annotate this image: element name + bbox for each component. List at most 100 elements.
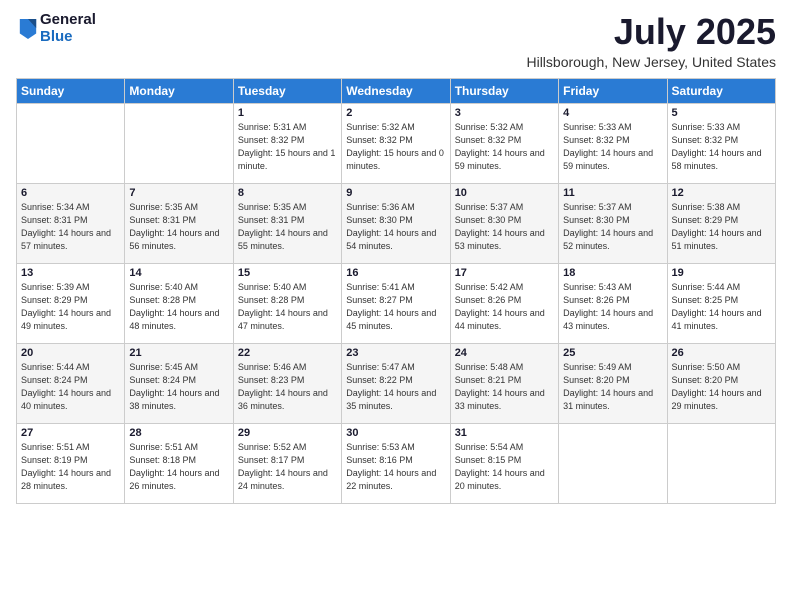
calendar-cell: 11 Sunrise: 5:37 AMSunset: 8:30 PMDayligh… [559, 183, 667, 263]
calendar-cell: 18Sunrise: 5:43 AMSunset: 8:26 PMDayligh… [559, 263, 667, 343]
calendar-cell [667, 423, 775, 503]
day-number: 19 [672, 267, 771, 279]
calendar-cell: 1Sunrise: 5:31 AMSunset: 8:32 PMDaylight… [233, 103, 341, 183]
calendar-table: SundayMondayTuesdayWednesdayThursdayFrid… [16, 78, 776, 504]
day-number: 2 [346, 107, 445, 119]
logo: General Blue [16, 12, 96, 45]
day-info: Sunrise: 5:36 AMSunset: 8:30 PMDaylight:… [346, 201, 445, 253]
day-info: Sunrise: 5:44 AMSunset: 8:24 PMDaylight:… [21, 361, 120, 413]
calendar-header-tuesday: Tuesday [233, 78, 341, 103]
day-info: Sunrise: 5:42 AMSunset: 8:26 PMDaylight:… [455, 281, 554, 333]
day-info: Sunrise: 5:43 AMSunset: 8:26 PMDaylight:… [563, 281, 662, 333]
calendar-cell: 14 Sunrise: 5:40 AMSunset: 8:28 PMDayligh… [125, 263, 233, 343]
calendar-week-row: 1Sunrise: 5:31 AMSunset: 8:32 PMDaylight… [17, 103, 776, 183]
calendar-week-row: 20 Sunrise: 5:44 AMSunset: 8:24 PMDayligh… [17, 343, 776, 423]
day-number: 10 [455, 187, 554, 199]
calendar-cell: 16 Sunrise: 5:41 AMSunset: 8:27 PMDayligh… [342, 263, 450, 343]
day-number: 12 [672, 187, 771, 199]
day-number: 4 [563, 107, 662, 119]
day-number: 11 [563, 187, 662, 199]
calendar-cell: 12 Sunrise: 5:38 AMSunset: 8:29 PMDayligh… [667, 183, 775, 263]
day-number: 13 [21, 267, 120, 279]
calendar-cell: 22Sunrise: 5:46 AMSunset: 8:23 PMDayligh… [233, 343, 341, 423]
calendar-cell [125, 103, 233, 183]
page: General Blue July 2025 Hillsborough, New… [0, 0, 792, 612]
day-info: Sunrise: 5:40 AMSunset: 8:28 PMDaylight:… [238, 281, 337, 333]
day-number: 5 [672, 107, 771, 119]
calendar-cell: 4 Sunrise: 5:33 AMSunset: 8:32 PMDaylight… [559, 103, 667, 183]
day-info: Sunrise: 5:52 AMSunset: 8:17 PMDaylight:… [238, 441, 337, 493]
calendar-cell: 3 Sunrise: 5:32 AMSunset: 8:32 PMDaylight… [450, 103, 558, 183]
calendar-cell: 21Sunrise: 5:45 AMSunset: 8:24 PMDayligh… [125, 343, 233, 423]
calendar-cell: 29Sunrise: 5:52 AMSunset: 8:17 PMDayligh… [233, 423, 341, 503]
day-number: 30 [346, 427, 445, 439]
calendar-cell: 15 Sunrise: 5:40 AMSunset: 8:28 PMDayligh… [233, 263, 341, 343]
day-info: Sunrise: 5:32 AMSunset: 8:32 PMDaylight:… [455, 121, 554, 173]
day-number: 20 [21, 347, 120, 359]
calendar-cell: 2 Sunrise: 5:32 AMSunset: 8:32 PMDaylight… [342, 103, 450, 183]
day-number: 3 [455, 107, 554, 119]
logo-general: General [40, 12, 96, 29]
day-number: 9 [346, 187, 445, 199]
calendar-cell: 6Sunrise: 5:34 AMSunset: 8:31 PMDaylight… [17, 183, 125, 263]
day-number: 14 [129, 267, 228, 279]
calendar-cell: 10Sunrise: 5:37 AMSunset: 8:30 PMDayligh… [450, 183, 558, 263]
day-info: Sunrise: 5:39 AMSunset: 8:29 PMDaylight:… [21, 281, 120, 333]
day-info: Sunrise: 5:49 AMSunset: 8:20 PMDaylight:… [563, 361, 662, 413]
calendar-cell: 23 Sunrise: 5:47 AMSunset: 8:22 PMDayligh… [342, 343, 450, 423]
calendar-header-sunday: Sunday [17, 78, 125, 103]
day-info: Sunrise: 5:41 AMSunset: 8:27 PMDaylight:… [346, 281, 445, 333]
day-number: 26 [672, 347, 771, 359]
day-number: 17 [455, 267, 554, 279]
calendar-week-row: 27 Sunrise: 5:51 AMSunset: 8:19 PMDayligh… [17, 423, 776, 503]
calendar-cell [17, 103, 125, 183]
calendar-cell: 26Sunrise: 5:50 AMSunset: 8:20 PMDayligh… [667, 343, 775, 423]
calendar-cell: 20 Sunrise: 5:44 AMSunset: 8:24 PMDayligh… [17, 343, 125, 423]
day-info: Sunrise: 5:35 AMSunset: 8:31 PMDaylight:… [129, 201, 228, 253]
day-number: 1 [238, 107, 337, 119]
day-info: Sunrise: 5:32 AMSunset: 8:32 PMDaylight:… [346, 121, 445, 173]
calendar-header-wednesday: Wednesday [342, 78, 450, 103]
day-info: Sunrise: 5:35 AMSunset: 8:31 PMDaylight:… [238, 201, 337, 253]
calendar-cell: 25 Sunrise: 5:49 AMSunset: 8:20 PMDayligh… [559, 343, 667, 423]
day-info: Sunrise: 5:33 AMSunset: 8:32 PMDaylight:… [563, 121, 662, 173]
day-info: Sunrise: 5:40 AMSunset: 8:28 PMDaylight:… [129, 281, 228, 333]
calendar-cell: 8Sunrise: 5:35 AMSunset: 8:31 PMDaylight… [233, 183, 341, 263]
calendar-cell: 9 Sunrise: 5:36 AMSunset: 8:30 PMDaylight… [342, 183, 450, 263]
day-info: Sunrise: 5:51 AMSunset: 8:18 PMDaylight:… [129, 441, 228, 493]
day-info: Sunrise: 5:48 AMSunset: 8:21 PMDaylight:… [455, 361, 554, 413]
calendar-cell: 5Sunrise: 5:33 AMSunset: 8:32 PMDaylight… [667, 103, 775, 183]
calendar-cell: 17 Sunrise: 5:42 AMSunset: 8:26 PMDayligh… [450, 263, 558, 343]
day-number: 23 [346, 347, 445, 359]
calendar-header-friday: Friday [559, 78, 667, 103]
day-info: Sunrise: 5:54 AMSunset: 8:15 PMDaylight:… [455, 441, 554, 493]
day-number: 25 [563, 347, 662, 359]
day-info: Sunrise: 5:38 AMSunset: 8:29 PMDaylight:… [672, 201, 771, 253]
day-info: Sunrise: 5:47 AMSunset: 8:22 PMDaylight:… [346, 361, 445, 413]
calendar-header-monday: Monday [125, 78, 233, 103]
day-info: Sunrise: 5:46 AMSunset: 8:23 PMDaylight:… [238, 361, 337, 413]
calendar-cell: 19 Sunrise: 5:44 AMSunset: 8:25 PMDayligh… [667, 263, 775, 343]
day-info: Sunrise: 5:51 AMSunset: 8:19 PMDaylight:… [21, 441, 120, 493]
day-number: 16 [346, 267, 445, 279]
day-info: Sunrise: 5:53 AMSunset: 8:16 PMDaylight:… [346, 441, 445, 493]
calendar-cell [559, 423, 667, 503]
calendar-cell: 30 Sunrise: 5:53 AMSunset: 8:16 PMDayligh… [342, 423, 450, 503]
day-info: Sunrise: 5:37 AMSunset: 8:30 PMDaylight:… [563, 201, 662, 253]
calendar-cell: 27 Sunrise: 5:51 AMSunset: 8:19 PMDayligh… [17, 423, 125, 503]
day-info: Sunrise: 5:34 AMSunset: 8:31 PMDaylight:… [21, 201, 120, 253]
calendar-cell: 13 Sunrise: 5:39 AMSunset: 8:29 PMDayligh… [17, 263, 125, 343]
calendar-week-row: 13 Sunrise: 5:39 AMSunset: 8:29 PMDayligh… [17, 263, 776, 343]
day-number: 27 [21, 427, 120, 439]
day-number: 28 [129, 427, 228, 439]
day-number: 15 [238, 267, 337, 279]
calendar-cell: 24 Sunrise: 5:48 AMSunset: 8:21 PMDayligh… [450, 343, 558, 423]
day-info: Sunrise: 5:44 AMSunset: 8:25 PMDaylight:… [672, 281, 771, 333]
month-title: July 2025 [526, 12, 776, 52]
logo-blue: Blue [40, 29, 96, 46]
day-number: 24 [455, 347, 554, 359]
calendar-cell: 7Sunrise: 5:35 AMSunset: 8:31 PMDaylight… [125, 183, 233, 263]
calendar-header-thursday: Thursday [450, 78, 558, 103]
day-number: 31 [455, 427, 554, 439]
day-number: 21 [129, 347, 228, 359]
